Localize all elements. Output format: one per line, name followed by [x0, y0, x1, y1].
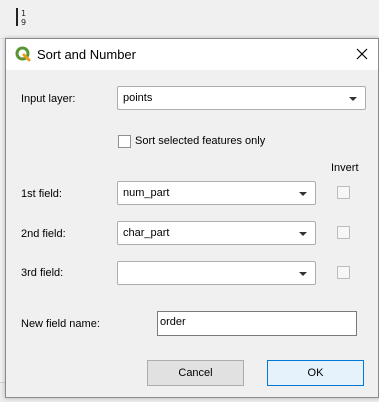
input-layer-label: Input layer: — [21, 93, 76, 105]
new-field-name-input[interactable] — [157, 311, 357, 336]
first-field-combo[interactable]: num_part — [117, 181, 316, 205]
second-field-value: char_part — [123, 227, 170, 239]
cancel-button[interactable]: Cancel — [147, 360, 244, 386]
toolbar: 1 9 — [0, 0, 379, 39]
third-field-combo[interactable] — [117, 261, 316, 285]
sort-selected-checkbox[interactable] — [118, 135, 131, 148]
close-button[interactable] — [347, 39, 378, 70]
first-field-value: num_part — [123, 187, 170, 199]
new-field-name-text[interactable] — [160, 316, 350, 328]
sort-number-icon[interactable]: 1 9 — [15, 7, 31, 27]
first-field-label: 1st field: — [21, 188, 62, 200]
dropdown-arrow-icon — [299, 192, 307, 196]
dialog-titlebar: Sort and Number — [6, 39, 378, 70]
new-field-name-label: New field name: — [21, 318, 100, 330]
qgis-icon — [15, 46, 31, 62]
dropdown-arrow-icon — [299, 272, 307, 276]
close-icon — [356, 48, 368, 60]
svg-text:1: 1 — [21, 9, 26, 18]
second-field-label: 2nd field: — [21, 228, 66, 240]
third-field-label: 3rd field: — [21, 267, 64, 279]
second-field-combo[interactable]: char_part — [117, 221, 316, 245]
second-field-invert-checkbox[interactable] — [337, 226, 350, 239]
svg-text:9: 9 — [21, 18, 26, 27]
first-field-invert-checkbox[interactable] — [337, 186, 350, 199]
invert-header: Invert — [331, 162, 359, 174]
dropdown-arrow-icon — [349, 97, 357, 101]
input-layer-value: points — [123, 92, 153, 104]
input-layer-combo[interactable]: points — [117, 86, 366, 110]
dialog-title: Sort and Number — [37, 47, 136, 62]
ok-button[interactable]: OK — [267, 360, 364, 386]
sort-selected-label[interactable]: Sort selected features only — [135, 135, 265, 147]
dropdown-arrow-icon — [299, 232, 307, 236]
sort-and-number-dialog: Sort and Number Input layer: points Sort… — [5, 38, 379, 398]
third-field-invert-checkbox[interactable] — [337, 266, 350, 279]
